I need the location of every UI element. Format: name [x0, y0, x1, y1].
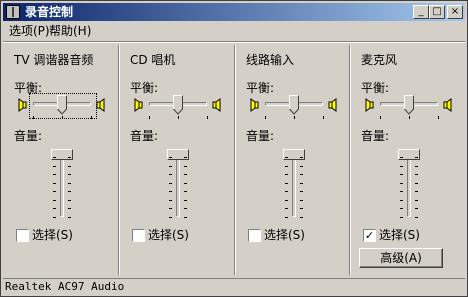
volume-label: 音量: [246, 129, 275, 143]
volume-slider-thumb[interactable] [51, 149, 73, 160]
speaker-right-icon [96, 98, 106, 112]
volume-app-icon[interactable] [6, 5, 20, 19]
title-bar[interactable]: 录音控制 _ □ × [3, 3, 465, 21]
volume-label: 音量: [130, 129, 159, 143]
menu-options[interactable]: 选项(P) [9, 24, 50, 38]
select-checkbox[interactable]: ✓ [363, 229, 376, 242]
close-button[interactable]: × [447, 5, 463, 19]
volume-slider-thumb[interactable] [283, 149, 305, 160]
menu-separator [3, 41, 465, 43]
speaker-left-icon [249, 98, 259, 112]
focus-rect [29, 93, 97, 119]
speaker-left-icon [364, 98, 374, 112]
balance-slider-thumb[interactable] [173, 95, 183, 115]
select-label: 选择(S) [148, 228, 189, 242]
channel-name: 线路输入 [246, 53, 295, 67]
volume-slider-thumb[interactable] [398, 149, 420, 160]
column-separator [349, 45, 351, 275]
window-title: 录音控制 [25, 5, 74, 19]
menu-help[interactable]: 帮助(H) [49, 24, 91, 38]
select-label: 选择(S) [264, 228, 305, 242]
select-checkbox[interactable] [248, 229, 261, 242]
volume-label: 音量: [14, 129, 43, 143]
channel-name: TV 调谐器音频 [14, 53, 94, 67]
volume-slider-track[interactable] [176, 153, 180, 217]
balance-slider-thumb[interactable] [289, 95, 299, 115]
status-bar: Realtek AC97 Audio [3, 278, 465, 294]
menu-bar: 选项(P) 帮助(H) [3, 22, 465, 40]
column-separator [234, 45, 236, 275]
volume-slider-track[interactable] [292, 153, 296, 217]
select-checkbox[interactable] [132, 229, 145, 242]
volume-slider-track[interactable] [407, 153, 411, 217]
speaker-left-icon [133, 98, 143, 112]
volume-slider-thumb[interactable] [167, 149, 189, 160]
volume-slider-track[interactable] [60, 153, 64, 217]
balance-label: 平衡: [246, 81, 275, 95]
advanced-button[interactable]: 高级(A) [359, 248, 443, 268]
balance-label: 平衡: [361, 81, 390, 95]
maximize-button[interactable]: □ [429, 5, 445, 19]
recording-control-window: 录音控制 _ □ × 选项(P) 帮助(H) TV 调谐器音频平衡: 音量: 选择(… [0, 0, 468, 297]
channel-name: 麦克风 [361, 53, 398, 67]
speaker-right-icon [443, 98, 453, 112]
select-label: 选择(S) [32, 228, 73, 242]
column-separator [118, 45, 120, 275]
speaker-right-icon [328, 98, 338, 112]
channel-name: CD 唱机 [130, 53, 176, 67]
speaker-right-icon [212, 98, 222, 112]
speaker-left-icon [17, 98, 27, 112]
select-label: 选择(S) [379, 228, 420, 242]
balance-label: 平衡: [130, 81, 159, 95]
minimize-button[interactable]: _ [413, 5, 429, 19]
volume-label: 音量: [361, 129, 390, 143]
status-text: Realtek AC97 Audio [5, 280, 125, 293]
balance-slider-thumb[interactable] [404, 95, 414, 115]
select-checkbox[interactable] [16, 229, 29, 242]
